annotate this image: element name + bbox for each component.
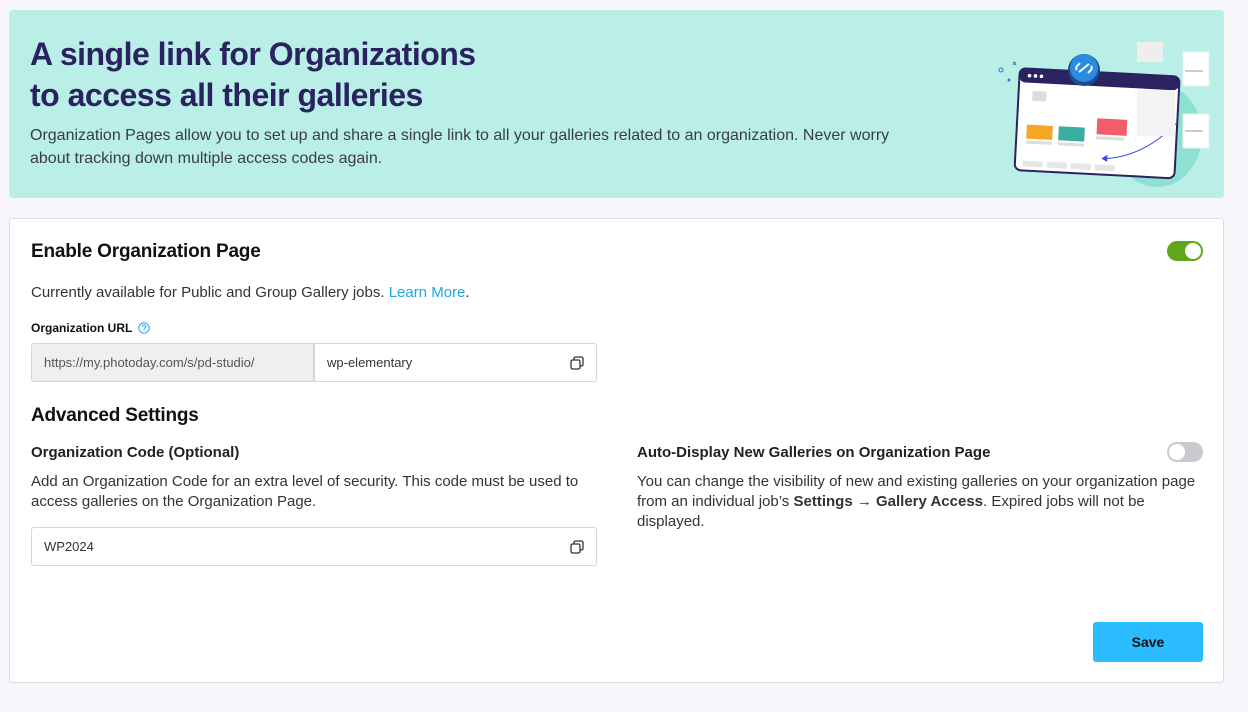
availability-label: Currently available for Public and Group… <box>31 284 385 301</box>
banner-title-line2: to access all their galleries <box>30 77 423 113</box>
copy-icon[interactable] <box>570 540 584 554</box>
banner-title-line1: A single link for Organizations <box>30 36 476 72</box>
availability-text: Currently available for Public and Group… <box>31 283 470 303</box>
auto-display-desc-bold: Settings → Gallery Access <box>793 493 984 510</box>
toggle-knob <box>1169 444 1185 460</box>
enable-organization-page-title: Enable Organization Page <box>31 241 261 262</box>
organization-code-label: Organization Code (Optional) <box>31 444 240 461</box>
organization-page-settings-card: Enable Organization Page Currently avail… <box>9 218 1224 683</box>
advanced-settings-title: Advanced Settings <box>31 405 199 426</box>
organization-code-description: Add an Organization Code for an extra le… <box>31 473 579 510</box>
organization-url-slug-value: wp-elementary <box>327 355 413 370</box>
organization-code-field[interactable]: WP2024 <box>31 527 597 566</box>
organization-code-value: WP2024 <box>44 539 94 554</box>
copy-icon[interactable] <box>570 356 584 370</box>
promo-banner: A single link for Organizations to acces… <box>9 10 1224 198</box>
organization-url-label: Organization URL <box>31 321 151 335</box>
banner-title: A single link for Organizations to acces… <box>30 34 550 116</box>
auto-display-label: Auto-Display New Galleries on Organizati… <box>637 444 991 461</box>
availability-period: . <box>465 284 470 301</box>
organization-url-label-text: Organization URL <box>31 321 133 335</box>
auto-display-toggle[interactable] <box>1167 442 1203 462</box>
banner-description: Organization Pages allow you to set up a… <box>30 127 890 167</box>
enable-organization-page-toggle[interactable] <box>1167 241 1203 261</box>
organization-url-slug-field[interactable]: wp-elementary <box>314 343 597 382</box>
help-icon[interactable] <box>138 322 151 334</box>
learn-more-link[interactable]: Learn More <box>389 284 466 301</box>
save-button[interactable]: Save <box>1093 622 1203 662</box>
toggle-knob <box>1185 243 1201 259</box>
auto-display-description: You can change the visibility of new and… <box>637 472 1207 532</box>
organization-url-prefix: https://my.photoday.com/s/pd-studio/ <box>31 343 314 382</box>
organization-illustration <box>998 42 1210 187</box>
